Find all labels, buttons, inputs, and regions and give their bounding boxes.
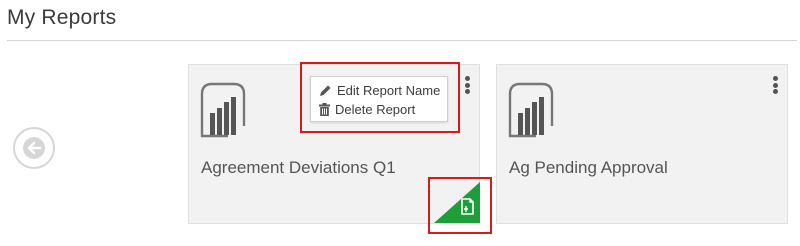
report-name: Agreement Deviations Q1 [201,158,396,177]
back-button[interactable] [13,127,55,169]
page-title: My Reports [7,6,117,29]
power-bi-report-icon [200,82,246,138]
more-options-button[interactable] [770,75,780,95]
highlight-context-menu [300,62,460,133]
more-vertical-icon [464,76,470,81]
highlight-badge [428,177,492,234]
power-bi-report-icon [508,82,554,138]
report-name: Ag Pending Approval [509,158,668,177]
more-options-button[interactable] [462,75,472,95]
arrow-left-circle-icon [23,137,45,159]
more-vertical-icon [772,76,778,81]
title-divider [7,40,797,41]
report-card-ag-pending-approval[interactable]: Ag Pending Approval [496,64,788,224]
